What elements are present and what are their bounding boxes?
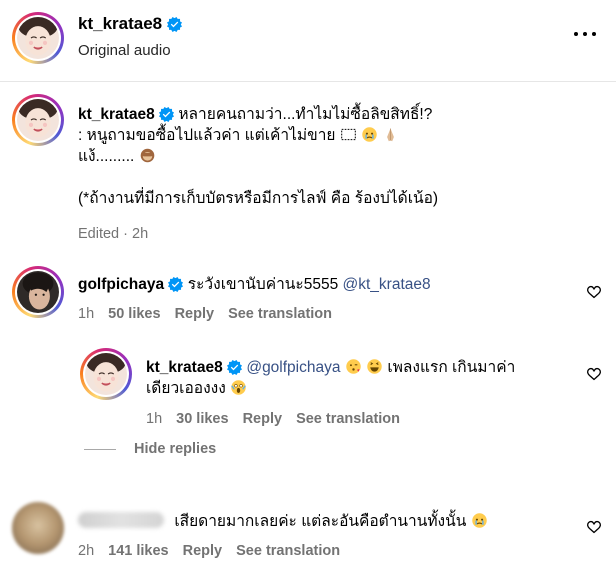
post-header: kt_kratae8 Original audio (0, 0, 616, 82)
comment-avatar[interactable] (12, 502, 64, 554)
header-username-row[interactable]: kt_kratae8 (78, 14, 182, 34)
verified-icon (159, 107, 174, 122)
comment-username[interactable]: golfpichaya (78, 276, 164, 293)
see-no-evil-monkey-icon (139, 147, 156, 164)
more-options-icon[interactable] (574, 30, 596, 38)
like-heart-icon[interactable] (586, 519, 602, 535)
comment: golfpichaya ระวังเขานับค่านะ5555 @kt_kra… (78, 274, 578, 295)
caption: kt_kratae8 หลายคนถามว่า...ทำไมไม่ซื้อลิข… (78, 104, 588, 209)
caption-meta: Edited · 2h (78, 226, 148, 242)
see-translation-button[interactable]: See translation (228, 306, 332, 322)
caption-line-1: หลายคนถามว่า...ทำไมไม่ซื้อลิขสิทธิ์!? (178, 106, 433, 123)
avatar-image-icon (17, 99, 59, 141)
reply-button[interactable]: Reply (183, 543, 223, 559)
reply-text-a: เพลงแรก เกินมาค่า (387, 359, 516, 376)
like-heart-icon[interactable] (586, 366, 602, 382)
caption-avatar[interactable] (12, 94, 64, 146)
comment-meta: 1h 50 likes Reply See translation (78, 306, 332, 322)
reply-button[interactable]: Reply (243, 411, 283, 427)
reply-username[interactable]: kt_kratae8 (146, 359, 223, 376)
reply-text-b: เดียวเอองงง (146, 380, 226, 397)
mention-link[interactable]: @kt_kratae8 (343, 276, 431, 293)
avatar-image-icon (17, 271, 59, 313)
avatar-image-icon (85, 353, 127, 395)
reply-button[interactable]: Reply (175, 306, 215, 322)
caption-line-3: แง้......... (78, 148, 135, 165)
likes-count[interactable]: 30 likes (176, 411, 228, 427)
see-translation-button[interactable]: See translation (296, 411, 400, 427)
verified-icon (167, 17, 182, 32)
crying-face-icon (471, 512, 488, 529)
verified-icon (227, 360, 242, 375)
reply-time: 1h (146, 411, 163, 427)
like-heart-icon[interactable] (586, 284, 602, 300)
crying-face-icon (361, 126, 378, 143)
comment-time: 2h (78, 543, 95, 559)
header-username[interactable]: kt_kratae8 (78, 14, 162, 34)
comment-text: เสียดายมากเลยค่ะ แต่ละอันคือตำนานทั้งนั้… (174, 513, 467, 530)
hide-replies-label[interactable]: Hide replies (134, 441, 216, 457)
reply-comment: kt_kratae8 @golfpichaya เพลงแรก เกินมาค่… (146, 357, 576, 399)
reply-avatar[interactable] (80, 348, 132, 400)
praying-hands-icon (382, 126, 399, 143)
reply-meta: 1h 30 likes Reply See translation (146, 411, 400, 427)
comment-avatar[interactable] (12, 266, 64, 318)
comment-meta: 2h 141 likes Reply See translation (78, 543, 340, 559)
comment-time: 1h (78, 306, 95, 322)
verified-icon (168, 277, 183, 292)
likes-count[interactable]: 50 likes (108, 306, 160, 322)
hide-replies-button[interactable]: Hide replies (84, 441, 216, 457)
edited-time: Edited · 2h (78, 226, 149, 242)
avatar-image-icon (12, 502, 64, 554)
caption-line-4: (*ถ้างานที่มีการเก็บบัตรหรือมีการไลฟ์ คื… (78, 190, 439, 207)
emoji-box-icon (340, 126, 357, 143)
screaming-face-icon (230, 379, 247, 396)
header-avatar[interactable] (12, 12, 64, 64)
see-translation-button[interactable]: See translation (236, 543, 340, 559)
comment-text: ระวังเขานับค่านะ5555 (187, 276, 339, 293)
caption-username[interactable]: kt_kratae8 (78, 106, 155, 123)
caption-line-2: : หนูถามขอซื้อไปแล้วค่า แต่เค้าไม่ขาย (78, 127, 336, 144)
comment: เสียดายมากเลยค่ะ แต่ละอันคือตำนานทั้งนั้… (78, 511, 578, 532)
audio-label[interactable]: Original audio (78, 42, 171, 59)
laughing-face-icon (366, 358, 383, 375)
face-blowing-kiss-icon (345, 358, 362, 375)
mention-link[interactable]: @golfpichaya (246, 359, 340, 376)
likes-count[interactable]: 141 likes (108, 543, 168, 559)
blurred-username[interactable] (78, 512, 164, 528)
avatar-image-icon (17, 17, 59, 59)
hide-replies-divider (84, 448, 116, 450)
